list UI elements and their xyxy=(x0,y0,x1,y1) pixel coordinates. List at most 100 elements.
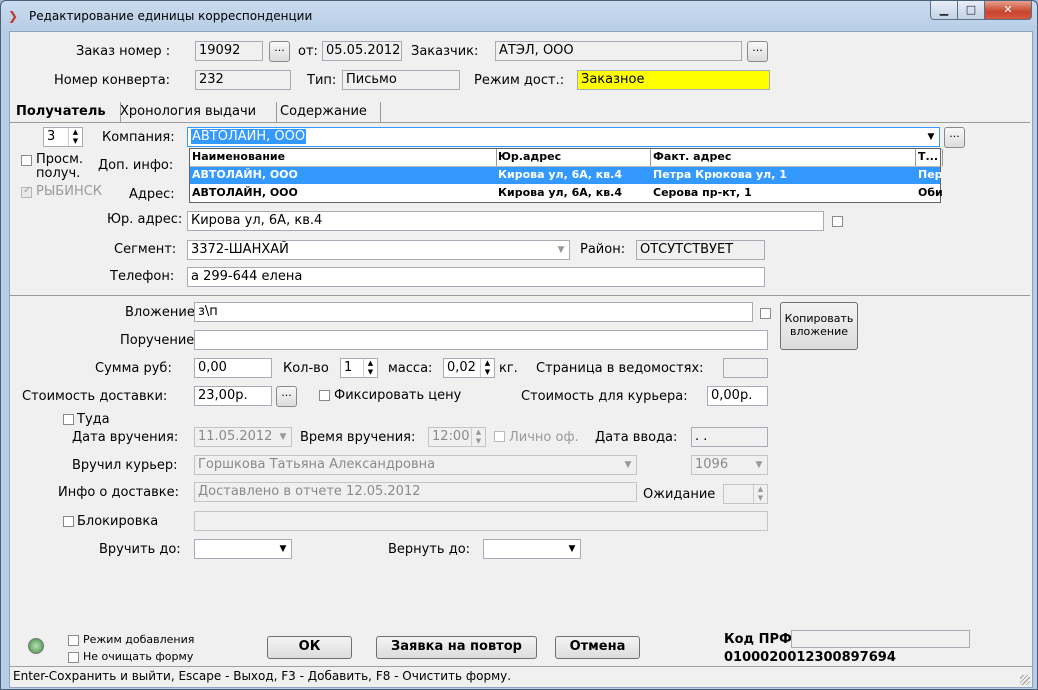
dropdown-row[interactable]: АВТОЛАЙН, ООО Кирова ул, 6А, кв.4 Серова… xyxy=(190,185,942,202)
courier-cost-field[interactable]: 0,00р. xyxy=(707,386,768,406)
cancel-button[interactable]: Отмена xyxy=(555,636,640,659)
courier-code-value: 1096 xyxy=(695,457,729,472)
company-lookup-button[interactable]: ... xyxy=(944,127,965,148)
delivery-cost-field[interactable]: 23,00р. xyxy=(194,386,272,406)
window-title: Редактирование единицы корреспонденции xyxy=(29,9,313,23)
district-field[interactable]: ОТСУТСТВУЕТ xyxy=(636,240,765,260)
attachment-checkbox[interactable] xyxy=(760,308,771,319)
app-logo-icon: ❯ xyxy=(8,9,19,23)
delivery-mode-field[interactable]: Заказное xyxy=(577,70,770,90)
ok-button[interactable]: ОК xyxy=(267,636,352,659)
view-recipient-label-1: Просм. xyxy=(36,152,84,167)
phone-label: Телефон: xyxy=(110,269,175,284)
envelope-number-field[interactable]: 232 xyxy=(195,70,291,90)
refresh-icon[interactable] xyxy=(28,638,44,654)
copy-attachment-label-1: Копировать xyxy=(784,312,854,325)
resize-grip-icon[interactable] xyxy=(1020,675,1030,685)
mass-stepper[interactable]: 0,02 ▲ ▼ xyxy=(443,358,495,378)
add-mode-checkbox[interactable] xyxy=(68,635,79,646)
company-combobox[interactable]: АВТОЛАЙН, ООО ▼ xyxy=(187,127,940,147)
fix-price-checkbox[interactable] xyxy=(319,390,330,401)
there-checkbox[interactable] xyxy=(63,414,74,425)
entry-date-field[interactable]: . . xyxy=(691,427,768,447)
order-date-field[interactable]: 05.05.2012 xyxy=(322,41,402,61)
return-until-picker[interactable]: ▼ xyxy=(483,539,581,559)
type-field[interactable]: Письмо xyxy=(342,70,460,90)
chevron-down-icon[interactable]: ▼ xyxy=(923,128,939,146)
sum-label: Сумма руб: xyxy=(95,361,172,376)
chevron-down-icon[interactable]: ▼ xyxy=(275,428,291,446)
personal-checkbox[interactable] xyxy=(494,431,505,442)
chevron-down-icon[interactable]: ▼ xyxy=(751,456,767,474)
order-number-field[interactable]: 19092 xyxy=(195,41,263,61)
page-field[interactable] xyxy=(723,358,768,378)
entry-date-label: Дата ввода: xyxy=(595,430,678,445)
order-lookup-button[interactable]: ... xyxy=(269,41,290,62)
quantity-value: 1 xyxy=(344,360,353,375)
hand-until-picker[interactable]: ▼ xyxy=(194,539,292,559)
copy-attachment-button[interactable]: Копировать вложение xyxy=(780,302,858,350)
dropdown-row[interactable]: АВТОЛАЙН, ООО Кирова ул, 6А, кв.4 Петра … xyxy=(190,167,942,184)
delivery-time-value: 12:00 xyxy=(432,429,470,444)
chevron-down-icon[interactable]: ▼ xyxy=(275,540,291,558)
extra-info-label: Доп. инфо: xyxy=(98,158,174,173)
segment-value: 3372-ШАНХАЙ xyxy=(191,242,289,257)
client-field[interactable]: АТЭЛ, ООО xyxy=(495,41,742,61)
client-lookup-button[interactable]: ... xyxy=(747,41,768,62)
segment-combobox[interactable]: 3372-ШАНХАЙ ▼ xyxy=(187,240,570,260)
spin-arrows-icon[interactable]: ▲ ▼ xyxy=(480,359,494,377)
legal-address-checkbox[interactable] xyxy=(832,216,843,227)
delivery-info-field[interactable]: Доставлено в отчете 12.05.2012 xyxy=(194,482,637,502)
sum-field[interactable]: 0,00 xyxy=(194,358,272,378)
repeat-request-button[interactable]: Заявка на повтор xyxy=(376,636,537,659)
mass-unit-label: кг. xyxy=(499,361,518,376)
tab-history[interactable]: Хронология выдачи xyxy=(116,102,277,123)
chevron-down-icon[interactable]: ▼ xyxy=(553,241,569,259)
delivery-date-value: 11.05.2012 xyxy=(198,429,273,444)
spin-arrows-icon[interactable]: ▲ ▼ xyxy=(471,428,485,446)
wait-label: Ожидание xyxy=(643,487,716,502)
courier-cost-label: Стоимость для курьера: xyxy=(521,389,688,404)
tab-contents[interactable]: Содержание xyxy=(276,102,381,123)
block-field[interactable] xyxy=(194,511,768,531)
prf-code-field[interactable] xyxy=(791,630,970,648)
delivery-date-picker[interactable]: 11.05.2012 ▼ xyxy=(194,427,292,447)
courier-label: Вручил курьер: xyxy=(72,458,178,473)
spin-arrows-icon[interactable]: ▲ ▼ xyxy=(753,485,767,503)
personal-label: Лично оф. xyxy=(509,430,579,445)
client-label: Заказчик: xyxy=(411,44,479,59)
block-label: Блокировка xyxy=(77,514,159,529)
city-checkbox[interactable] xyxy=(21,185,32,198)
column-header-legal[interactable]: Юр.адрес xyxy=(496,149,651,166)
chevron-down-icon[interactable]: ▼ xyxy=(620,456,636,474)
column-header-name[interactable]: Наименование xyxy=(190,149,497,166)
close-button[interactable]: ✕ xyxy=(984,1,1032,20)
spin-arrows-icon[interactable]: ▲ ▼ xyxy=(68,128,82,146)
quantity-stepper[interactable]: 1 ▲ ▼ xyxy=(340,358,378,378)
delivery-cost-button[interactable]: ... xyxy=(276,386,297,407)
column-header-t[interactable]: Т... xyxy=(916,149,943,166)
status-bar: Enter-Сохранить и выйти, Escape - Выход,… xyxy=(9,666,1033,688)
maximize-button[interactable]: □ xyxy=(957,1,985,20)
courier-combobox[interactable]: Горшкова Татьяна Александровна ▼ xyxy=(194,455,637,475)
errand-field[interactable] xyxy=(194,330,768,350)
minimize-button[interactable]: ▁ xyxy=(930,1,958,20)
column-header-fact[interactable]: Факт. адрес xyxy=(651,149,916,166)
dropdown-header-row: Наименование Юр.адрес Факт. адрес Т... xyxy=(190,149,943,167)
delivery-time-stepper[interactable]: 12:00 ▲ ▼ xyxy=(428,427,486,447)
company-dropdown-list[interactable]: Наименование Юр.адрес Факт. адрес Т... А… xyxy=(189,148,943,203)
view-recipient-checkbox[interactable] xyxy=(21,155,32,166)
spin-arrows-icon[interactable]: ▲ ▼ xyxy=(363,359,377,377)
attachment-field[interactable]: з\п xyxy=(194,302,753,322)
phone-field[interactable]: а 299-644 елена xyxy=(187,267,765,287)
legal-address-field[interactable]: Кирова ул, 6А, кв.4 xyxy=(187,211,824,231)
row-legal: Кирова ул, 6А, кв.4 xyxy=(498,168,623,181)
block-checkbox[interactable] xyxy=(63,516,74,527)
chevron-down-icon[interactable]: ▼ xyxy=(564,540,580,558)
wait-stepper[interactable]: ▲ ▼ xyxy=(723,484,768,504)
no-clear-checkbox[interactable] xyxy=(68,652,79,663)
envelope-number-label: Номер конверта: xyxy=(54,73,171,88)
courier-code-combobox[interactable]: 1096 ▼ xyxy=(691,455,768,475)
tab-recipient[interactable]: Получатель xyxy=(12,102,121,123)
recipient-count-stepper[interactable]: 3 ▲ ▼ xyxy=(43,127,83,147)
